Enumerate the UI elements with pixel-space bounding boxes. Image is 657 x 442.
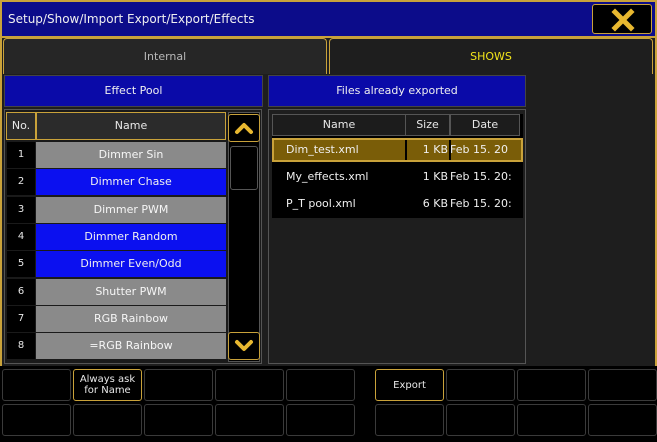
row-number: 8 (7, 333, 35, 359)
pool-scroll-thumb[interactable] (230, 146, 258, 190)
chevron-down-icon (235, 340, 253, 351)
close-button[interactable] (592, 4, 652, 34)
chevron-up-icon (235, 123, 253, 134)
column-header-name[interactable]: Name (36, 112, 226, 140)
effect-item[interactable]: Dimmer PWM (36, 197, 226, 223)
row-number: 5 (7, 251, 35, 277)
effect-item[interactable]: Dimmer Even/Odd (36, 251, 226, 277)
command-button[interactable] (144, 369, 213, 401)
command-button[interactable] (286, 404, 355, 436)
file-name: P_T pool.xml (286, 197, 356, 210)
command-button[interactable] (215, 404, 284, 436)
row-number: 6 (7, 279, 35, 305)
file-row[interactable]: My_effects.xml 1 KB Feb 15. 20: (272, 165, 523, 189)
command-button[interactable] (446, 369, 515, 401)
file-size: 6 KB (422, 197, 448, 210)
always-ask-for-name-button[interactable]: Always ask for Name (73, 369, 142, 401)
effect-item[interactable]: RGB Rainbow (36, 306, 226, 332)
file-row[interactable]: Dim_test.xml 1 KB Feb 15. 20 (272, 138, 523, 162)
scroll-up-button[interactable] (228, 114, 260, 142)
effect-item[interactable]: Dimmer Chase (36, 169, 226, 195)
scroll-down-button[interactable] (228, 332, 260, 360)
file-name: My_effects.xml (286, 170, 369, 183)
command-button[interactable] (286, 369, 355, 401)
effect-pool-header: Effect Pool (4, 75, 263, 107)
row-number: 4 (7, 224, 35, 250)
row-number: 7 (7, 306, 35, 332)
command-button[interactable] (215, 369, 284, 401)
window-title: Setup/Show/Import Export/Export/Effects (8, 12, 255, 26)
effect-item[interactable]: Dimmer Sin (36, 142, 226, 168)
effect-item[interactable]: Shutter PWM (36, 279, 226, 305)
row-number: 1 (7, 142, 35, 168)
column-header-no[interactable]: No. (6, 112, 36, 140)
command-button[interactable] (517, 404, 586, 436)
command-button[interactable] (2, 369, 71, 401)
exported-files-header: Files already exported (268, 75, 526, 107)
file-row[interactable]: P_T pool.xml 6 KB Feb 15. 20: (272, 192, 523, 216)
row-number: 2 (7, 169, 35, 195)
file-date: Feb 15. 20: (450, 170, 512, 183)
command-button[interactable] (375, 404, 444, 436)
file-date: Feb 15. 20: (450, 197, 512, 210)
file-size: 1 KB (422, 170, 448, 183)
effect-item[interactable]: Dimmer Random (36, 224, 226, 250)
column-header-date[interactable]: Date (450, 114, 520, 136)
command-button[interactable] (446, 404, 515, 436)
command-button[interactable] (2, 404, 71, 436)
command-button[interactable] (517, 369, 586, 401)
close-x-icon (611, 8, 635, 32)
file-date: Feb 15. 20 (450, 143, 508, 156)
export-button[interactable]: Export (375, 369, 444, 401)
column-header-name[interactable]: Name (272, 114, 406, 136)
column-header-size[interactable]: Size (405, 114, 450, 136)
file-name: Dim_test.xml (286, 143, 359, 156)
command-button[interactable] (144, 404, 213, 436)
command-button[interactable] (73, 404, 142, 436)
row-number: 3 (7, 197, 35, 223)
command-button[interactable] (588, 369, 657, 401)
tab-shows[interactable]: SHOWS (329, 38, 653, 74)
effect-item[interactable]: =RGB Rainbow (36, 333, 226, 359)
file-size: 1 KB (422, 143, 448, 156)
tab-internal[interactable]: Internal (3, 38, 327, 74)
command-button[interactable] (588, 404, 657, 436)
